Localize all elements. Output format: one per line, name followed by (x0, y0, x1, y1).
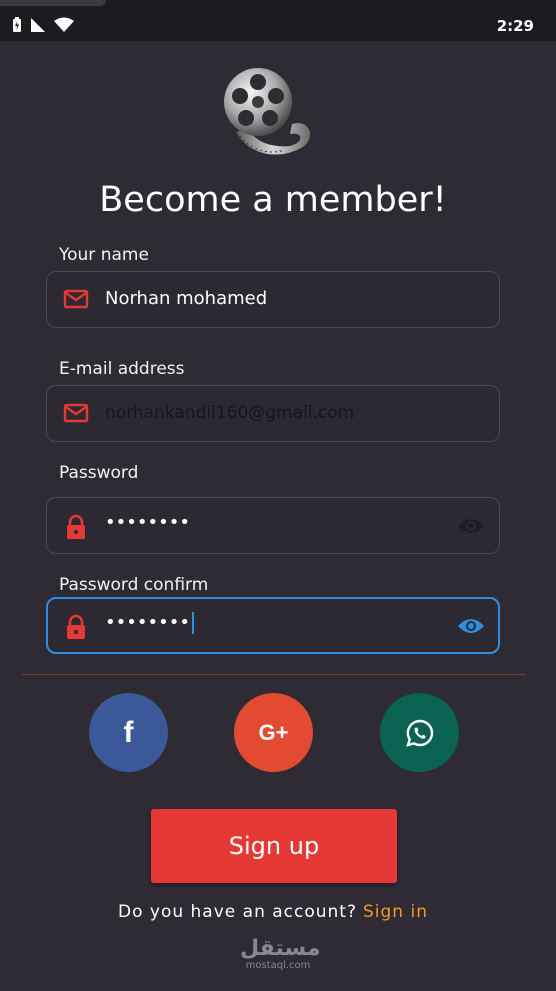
mail-icon (63, 289, 89, 309)
wifi-icon (54, 17, 74, 32)
signal-icon (31, 18, 45, 32)
password-value: •••••••• (105, 512, 190, 533)
password-confirm-label: Password confirm (59, 575, 209, 595)
window-tab (0, 0, 106, 6)
lock-icon (67, 614, 85, 639)
account-prompt-row: Do you have an account? Sign in (0, 902, 546, 922)
mostaql-watermark: مستقل mostaql.com (240, 936, 321, 972)
password-confirm-field[interactable]: •••••••• (46, 597, 500, 654)
password-confirm-input[interactable]: •••••••• (105, 612, 194, 634)
lock-icon (67, 514, 85, 539)
google-plus-button[interactable]: G+ (234, 693, 313, 772)
email-field[interactable]: norhankandil160@gmail.com (46, 385, 500, 442)
whatsapp-icon (405, 719, 433, 747)
divider (22, 674, 526, 675)
eye-icon[interactable] (457, 616, 485, 636)
watermark-latin: mostaql.com (245, 960, 311, 971)
account-prompt: Do you have an account? (118, 902, 357, 922)
sign-in-link[interactable]: Sign in (363, 902, 428, 922)
name-value: Norhan mohamed (105, 288, 268, 309)
film-reel-logo (224, 68, 311, 155)
status-time: 2:29 (496, 17, 534, 35)
top-strip (0, 0, 556, 11)
status-icons (12, 17, 74, 33)
battery-charging-icon (13, 17, 21, 32)
email-value: norhankandil160@gmail.com (105, 403, 355, 423)
facebook-button[interactable]: f (89, 693, 168, 772)
email-label: E-mail address (59, 359, 185, 379)
whatsapp-button[interactable] (380, 693, 459, 772)
google-plus-icon: G+ (258, 719, 289, 745)
sign-up-button[interactable]: Sign up (151, 809, 397, 883)
eye-icon[interactable] (457, 516, 485, 536)
text-caret (191, 612, 194, 634)
password-label: Password (59, 463, 139, 483)
page-title: Become a member! (99, 180, 447, 220)
name-label: Your name (59, 245, 149, 265)
watermark-arabic: مستقل (240, 936, 321, 961)
password-confirm-value: •••••••• (105, 612, 190, 633)
mail-icon (63, 403, 89, 423)
name-field[interactable]: Norhan mohamed (46, 271, 500, 328)
password-field[interactable]: •••••••• (46, 497, 500, 554)
facebook-icon: f (123, 715, 134, 749)
status-bar: 2:29 (0, 11, 556, 41)
